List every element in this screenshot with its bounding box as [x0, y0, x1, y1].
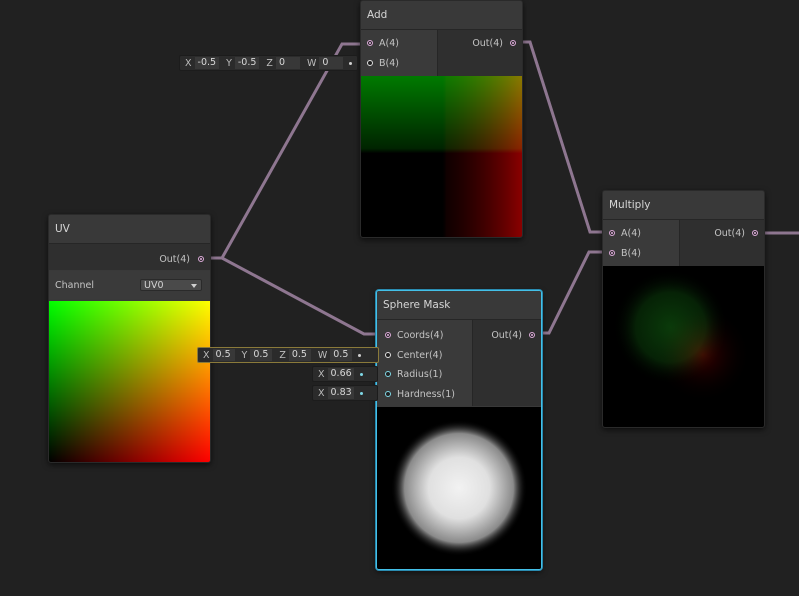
- add-port-a-label: A(4): [379, 38, 399, 49]
- uv-out-label: Out(4): [159, 254, 190, 265]
- add-b-default-fields: X -0.5 Y -0.5 Z 0 W 0: [179, 55, 358, 71]
- multiply-out-label: Out(4): [714, 228, 745, 239]
- add-b-x-field[interactable]: -0.5: [194, 57, 220, 69]
- sphere-mask-node[interactable]: Sphere Mask Coords(4) Center(4) Radius(1…: [376, 290, 542, 570]
- radius-x-field[interactable]: 0.66: [327, 368, 354, 380]
- radius-connector-dot: [359, 372, 363, 376]
- sphere-mask-port-center[interactable]: [385, 352, 391, 358]
- multiply-node-title[interactable]: Multiply: [603, 191, 764, 220]
- sphere-mask-node-title[interactable]: Sphere Mask: [377, 291, 541, 320]
- add-b-y-label: Y: [226, 57, 232, 69]
- uv-node[interactable]: UV Out(4) Channel UV0: [48, 214, 211, 463]
- multiply-port-a[interactable]: [609, 230, 615, 236]
- wire-spheremask-to-multiply-b: [531, 250, 608, 335]
- hardness-x-field[interactable]: 0.83: [327, 387, 354, 399]
- uv-preview: [49, 301, 210, 462]
- multiply-node[interactable]: Multiply A(4) B(4) Out(4): [602, 190, 765, 428]
- sphere-mask-preview: [377, 407, 541, 569]
- uv-channel-dropdown[interactable]: UV0: [140, 279, 202, 291]
- add-b-x-label: X: [185, 57, 192, 69]
- sphere-mask-port-hardness-label: Hardness(1): [397, 389, 455, 400]
- multiply-outputs: Out(4): [679, 220, 764, 266]
- hardness-x-label: X: [318, 387, 325, 399]
- sphere-mask-port-radius[interactable]: [385, 371, 391, 377]
- center-y-field[interactable]: 0.5: [250, 349, 273, 361]
- hardness-connector-dot: [359, 391, 363, 395]
- add-port-b-label: B(4): [379, 58, 399, 69]
- add-out-port[interactable]: [510, 40, 516, 46]
- sphere-mask-port-radius-label: Radius(1): [397, 369, 443, 380]
- sphere-mask-port-hardness[interactable]: [385, 391, 391, 397]
- uv-out-port[interactable]: [198, 256, 204, 262]
- uv-node-title[interactable]: UV: [49, 215, 210, 244]
- add-b-w-field[interactable]: 0: [319, 57, 344, 69]
- uv-channel-label: Channel: [55, 280, 95, 291]
- sphere-mask-port-coords[interactable]: [385, 332, 391, 338]
- add-outputs: Out(4): [437, 30, 522, 76]
- add-out-label: Out(4): [472, 38, 503, 49]
- sphere-mask-out-port[interactable]: [529, 332, 535, 338]
- add-port-a[interactable]: [367, 40, 373, 46]
- add-node-title[interactable]: Add: [361, 1, 522, 30]
- wire-uv-to-add-a: [204, 42, 364, 260]
- multiply-port-a-label: A(4): [621, 228, 641, 239]
- sphere-mask-port-coords-label: Coords(4): [397, 330, 444, 341]
- multiply-inputs: A(4) B(4): [603, 220, 679, 266]
- sphere-mask-hardness-field: X 0.83: [312, 385, 378, 401]
- add-b-connector-dot: [349, 61, 353, 65]
- chevron-down-icon: [191, 284, 197, 288]
- sphere-mask-center-fields: X 0.5 Y 0.5 Z 0.5 W 0.5: [197, 347, 379, 363]
- add-inputs: A(4) B(4): [361, 30, 437, 76]
- center-w-field[interactable]: 0.5: [330, 349, 353, 361]
- add-preview: [361, 76, 522, 237]
- uv-channel-value: UV0: [144, 280, 164, 291]
- add-b-z-field[interactable]: 0: [275, 57, 300, 69]
- multiply-port-b[interactable]: [609, 250, 615, 256]
- multiply-out-port[interactable]: [752, 230, 758, 236]
- add-node[interactable]: Add A(4) B(4) Out(4): [360, 0, 523, 238]
- center-x-label: X: [203, 349, 210, 361]
- uv-outputs: Out(4): [49, 244, 210, 270]
- radius-x-label: X: [318, 368, 325, 380]
- center-y-label: Y: [241, 349, 248, 361]
- add-b-z-label: Z: [266, 57, 273, 69]
- add-port-b[interactable]: [367, 60, 373, 66]
- center-z-field[interactable]: 0.5: [288, 349, 311, 361]
- center-z-label: Z: [279, 349, 286, 361]
- center-x-field[interactable]: 0.5: [212, 349, 235, 361]
- sphere-mask-radius-field: X 0.66: [312, 366, 378, 382]
- center-w-label: W: [317, 349, 328, 361]
- uv-channel-row: Channel UV0: [49, 271, 210, 299]
- wire-add-to-multiply-a: [512, 40, 608, 234]
- multiply-port-b-label: B(4): [621, 248, 641, 259]
- sphere-mask-port-center-label: Center(4): [397, 350, 443, 361]
- sphere-mask-outputs: Out(4): [472, 320, 541, 406]
- add-b-w-label: W: [306, 57, 317, 69]
- sphere-mask-out-label: Out(4): [491, 330, 522, 341]
- multiply-preview: [603, 266, 764, 427]
- center-connector-dot: [358, 353, 362, 357]
- wire-uv-to-spheremask-coords: [204, 256, 382, 336]
- add-b-y-field[interactable]: -0.5: [234, 57, 260, 69]
- sphere-mask-inputs: Coords(4) Center(4) Radius(1) Hardness(1…: [377, 320, 472, 406]
